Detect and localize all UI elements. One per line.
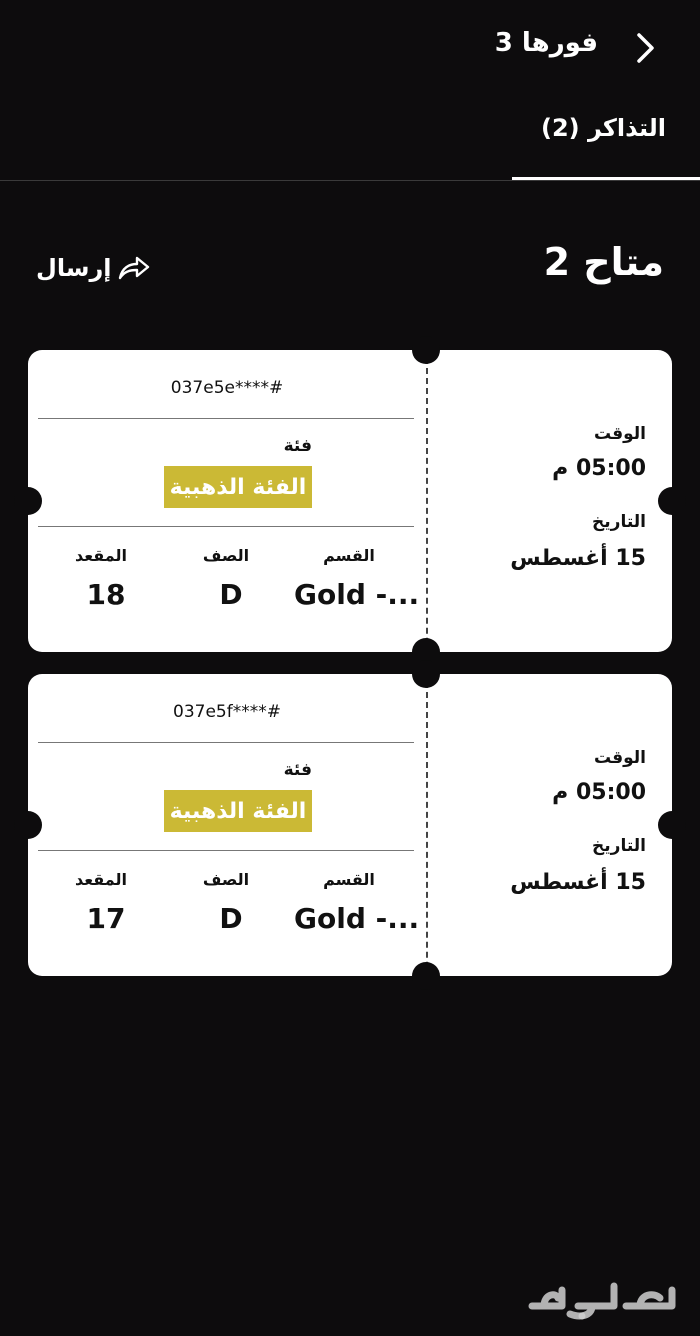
date-label: التاريخ [592,512,646,532]
send-button[interactable]: إرسال [36,250,151,286]
haraj-watermark-logo [528,1282,676,1320]
tab-divider [0,180,700,181]
divider [38,418,414,419]
share-arrow-icon [119,256,150,280]
app-screen: فورها 3 التذاكر (2) متاح 2 إرسال 037e5e*… [0,0,700,1336]
row-label: الصف [202,546,250,565]
seat-value: 18 [86,578,126,611]
section-value: Gold -... [294,578,420,611]
row-value: D [219,902,243,935]
time-value: 05:00 م [552,456,646,481]
seat-value: 17 [86,902,126,935]
time-label: الوقت [594,424,646,444]
category-label: فئة [283,436,312,456]
send-label: إرسال [36,254,112,282]
date-label: التاريخ [592,836,646,856]
ticket-notch [412,962,440,990]
ticket-notch [14,811,42,839]
ticket-notch [658,487,686,515]
tab-tickets[interactable]: التذاكر (2) [541,114,666,142]
date-value: 15 أغسطس [510,870,646,895]
section-label: القسم [323,870,375,889]
ticket-notch [14,487,42,515]
divider [38,526,414,527]
ticket-stub-main: 037e5e****# فئة الفئة الذهبية المقعد 18 … [28,350,426,652]
ticket-notch [658,811,686,839]
chevron-right-icon [637,33,654,63]
ticket-notch [412,336,440,364]
date-value: 15 أغسطس [510,546,646,571]
available-count-title: متاح 2 [543,240,664,284]
time-label: الوقت [594,748,646,768]
section-value: Gold -... [294,902,420,935]
seat-label: المقعد [74,546,127,565]
time-value: 05:00 م [552,780,646,805]
ticket-card[interactable]: 037e5f****# فئة الفئة الذهبية المقعد 17 … [14,660,686,990]
page-title: فورها 3 [494,28,598,58]
category-badge: الفئة الذهبية [164,790,312,832]
back-button[interactable] [626,26,666,70]
top-bar: فورها 3 [0,0,700,100]
divider [38,850,414,851]
section-label: القسم [323,546,375,565]
row-value: D [219,578,243,611]
ticket-stub-side: الوقت 05:00 م التاريخ 15 أغسطس [426,674,672,976]
tab-bar: التذاكر (2) [0,100,700,182]
ticket-card[interactable]: 037e5e****# فئة الفئة الذهبية المقعد 18 … [14,336,686,666]
category-badge: الفئة الذهبية [164,466,312,508]
ticket-notch [412,660,440,688]
category-label: فئة [283,760,312,780]
row-label: الصف [202,870,250,889]
divider [38,742,414,743]
ticket-code: 037e5f****# [173,702,281,722]
ticket-code: 037e5e****# [170,378,284,398]
seat-label: المقعد [74,870,127,889]
ticket-stub-main: 037e5f****# فئة الفئة الذهبية المقعد 17 … [28,674,426,976]
ticket-stub-side: الوقت 05:00 م التاريخ 15 أغسطس [426,350,672,652]
